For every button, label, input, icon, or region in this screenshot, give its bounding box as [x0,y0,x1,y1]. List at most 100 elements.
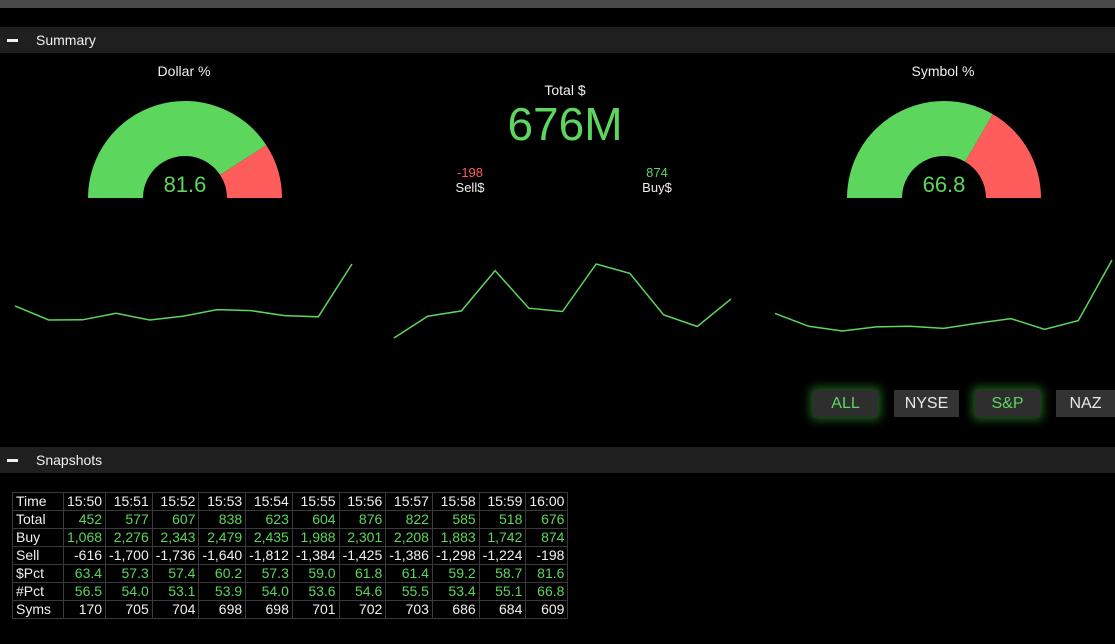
table-cell: 704 [151,600,200,619]
table-cell: 54.0 [105,582,153,601]
table-row: #Pct 56.5 54.0 53.1 53.9 54.0 53.6 54.6 55.5 53.4… [12,582,569,601]
symbol-gauge: 66.8 [847,101,1041,198]
table-cell: 701 [291,600,340,619]
table-cell: 876 [338,510,387,529]
table-row: Sell -616 -1,700 -1,736 -1,640 -1,812 -1,384 -1… [12,546,569,565]
table-cell: 59.2 [431,564,480,583]
table-cell: 170 [62,600,107,619]
table-cell: 703 [385,600,433,619]
table-cell: 1,068 [62,528,107,547]
table-cell: 15:57 [385,492,433,511]
table-cell: 15:56 [338,492,387,511]
snapshots-table: Time 15:50 15:51 15:52 15:53 15:54 15:55 15:56 1… [12,492,569,619]
filter-all-button[interactable]: ALL [813,390,878,417]
collapse-minus-icon[interactable] [7,458,18,462]
table-cell: 15:53 [198,492,247,511]
table-cell: 874 [525,528,569,547]
table-cell: 15:58 [431,492,480,511]
symbol-pct-sparkline [774,259,1113,332]
table-cell: 61.8 [338,564,387,583]
table-cell: 1,742 [478,528,527,547]
row-label: #Pct [12,582,64,601]
table-cell: 15:59 [478,492,527,511]
table-cell: 59.0 [291,564,340,583]
total-value: 676M [507,98,623,150]
summary-section-header[interactable]: Summary [0,27,1115,53]
row-label: $Pct [12,564,64,583]
buy-value: 874 [646,165,668,180]
table-cell: 15:51 [105,492,153,511]
table-cell: 16:00 [525,492,569,511]
symbol-gauge-positive-arc [847,101,993,198]
filter-nyse-button[interactable]: NYSE [894,390,959,417]
table-cell: 2,479 [198,528,247,547]
table-cell: 609 [525,600,569,619]
total-line [393,263,732,339]
table-cell: 623 [245,510,293,529]
table-cell: 684 [478,600,527,619]
table-cell: 2,301 [338,528,387,547]
table-cell: 676 [525,510,569,529]
table-cell: 58.7 [478,564,527,583]
row-label: Sell [12,546,64,565]
symbol-gauge-value: 66.8 [923,172,966,197]
row-label: Total [12,510,64,529]
table-cell: 54.6 [338,582,387,601]
table-cell: 705 [105,600,153,619]
table-cell: 604 [291,510,340,529]
dollar-pct-sparkline [14,263,353,321]
window-top-bar [0,0,1115,8]
table-cell: 2,435 [245,528,293,547]
table-cell: -1,640 [198,546,247,565]
table-cell: 53.4 [431,582,480,601]
table-cell: 81.6 [525,564,569,583]
table-cell: 66.8 [525,582,569,601]
table-row: Time 15:50 15:51 15:52 15:53 15:54 15:55 15:56 1… [12,492,569,511]
table-cell: 53.6 [291,582,340,601]
row-label: Buy [12,528,64,547]
table-cell: 2,208 [385,528,433,547]
table-cell: 838 [198,510,247,529]
table-row: Syms 170 705 704 698 698 701 702 703 686 684 609 [12,600,569,619]
summary-section-title: Summary [36,32,96,48]
table-cell: 55.1 [478,582,527,601]
sell-block: -198 Sell$ [430,165,510,195]
table-cell: 57.3 [105,564,153,583]
dollar-gauge: 81.6 [88,101,282,198]
table-cell: 53.9 [198,582,247,601]
table-cell: -1,384 [291,546,340,565]
table-cell: -1,812 [245,546,293,565]
table-cell: 57.3 [245,564,293,583]
table-cell: 15:50 [62,492,107,511]
dollar-pct-line [14,263,353,321]
filter-naz-button[interactable]: NAZ [1056,390,1115,417]
table-cell: 452 [62,510,107,529]
table-row: Buy 1,068 2,276 2,343 2,479 2,435 1,988 2,301 2,… [12,528,569,547]
total-sparkline [393,263,732,339]
table-cell: 686 [431,600,480,619]
table-cell: -1,700 [105,546,153,565]
table-cell: 702 [338,600,387,619]
table-cell: 518 [478,510,527,529]
row-label: Time [12,492,64,511]
table-cell: -1,386 [385,546,433,565]
snapshots-section-header[interactable]: Snapshots [0,447,1115,473]
dollar-gauge-value: 81.6 [164,172,207,197]
collapse-minus-icon[interactable] [7,38,18,42]
table-cell: -616 [62,546,107,565]
table-cell: -1,425 [338,546,387,565]
table-cell: 585 [431,510,480,529]
table-cell: 61.4 [385,564,433,583]
row-label: Syms [12,600,64,619]
table-cell: -1,224 [478,546,527,565]
table-cell: 15:54 [245,492,293,511]
filter-sp-button[interactable]: S&P [975,390,1040,417]
table-cell: 698 [245,600,293,619]
table-cell: -1,736 [151,546,200,565]
table-cell: 55.5 [385,582,433,601]
total-label: Total $ [544,82,586,98]
table-cell: 57.4 [151,564,200,583]
table-cell: -1,298 [431,546,480,565]
table-cell: 56.5 [62,582,107,601]
snapshots-section-title: Snapshots [36,452,103,468]
